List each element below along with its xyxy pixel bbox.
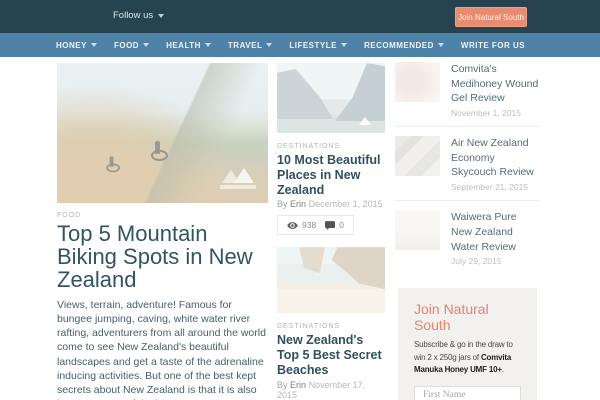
publish-date: September 21, 2015 bbox=[451, 182, 529, 193]
chevron-down-icon bbox=[90, 43, 97, 47]
join-natural-south-button[interactable]: Join Natural South bbox=[455, 7, 527, 27]
sidebar-article[interactable]: Waiwera Pure New Zealand Water Review Ju… bbox=[395, 210, 540, 274]
sidebar-article-text: Waiwera Pure New Zealand Water Review Ju… bbox=[451, 210, 540, 266]
publish-date: December 1, 2015 bbox=[308, 199, 383, 210]
article-list-column: DESTINATIONS 10 Most Beautiful Places in… bbox=[277, 63, 385, 400]
featured-article-image[interactable] bbox=[57, 63, 268, 203]
newsletter-signup-box: Join Natural South Subscribe & go in the… bbox=[398, 288, 537, 400]
nav-item-label: HEALTH bbox=[166, 40, 201, 50]
signup-heading: Join Natural South bbox=[414, 301, 489, 334]
nav-item-food[interactable]: FOOD bbox=[113, 40, 150, 50]
chevron-down-icon bbox=[266, 43, 273, 47]
article-title-link[interactable]: Comvita's Medihoney Wound Gel Review bbox=[451, 62, 540, 106]
views-count: 938 bbox=[302, 220, 317, 231]
publish-date: July 29, 2015 bbox=[451, 256, 502, 267]
main-navigation: HONEY FOOD HEALTH TRAVEL LIFESTYLE RECOM… bbox=[0, 33, 600, 57]
views-stat: 938 bbox=[287, 220, 316, 230]
nav-item-label: FOOD bbox=[113, 40, 140, 50]
cliff-shape bbox=[331, 247, 385, 290]
watermark-logo bbox=[218, 165, 258, 191]
follow-us-label: Follow us bbox=[113, 10, 154, 21]
article-thumbnail[interactable] bbox=[395, 62, 440, 102]
article-byline: By Erin November 17, 2015 bbox=[277, 380, 385, 400]
cliff-shape bbox=[299, 247, 325, 274]
by-label: By bbox=[277, 199, 288, 210]
article-thumbnail[interactable] bbox=[395, 210, 440, 251]
eye-icon bbox=[287, 221, 298, 229]
sidebar-article-text: Air New Zealand Economy Skycouch Review … bbox=[451, 136, 540, 192]
sidebar-article[interactable]: Comvita's Medihoney Wound Gel Review Nov… bbox=[395, 62, 540, 128]
article-byline: By Erin December 1, 2015 bbox=[277, 199, 385, 209]
chevron-down-icon bbox=[437, 43, 444, 47]
comments-count: 0 bbox=[339, 220, 344, 231]
article-card: DESTINATIONS 10 Most Beautiful Places in… bbox=[277, 63, 385, 236]
mountain-shape bbox=[277, 69, 333, 119]
sidebar-article-text: Comvita's Medihoney Wound Gel Review Nov… bbox=[451, 62, 540, 118]
article-title-link[interactable]: New Zealand's Top 5 Best Secret Beaches bbox=[277, 333, 385, 377]
category-link[interactable]: DESTINATIONS bbox=[277, 143, 385, 150]
nav-item-health[interactable]: HEALTH bbox=[166, 41, 211, 50]
nav-item-label: TRAVEL bbox=[227, 40, 263, 50]
article-image[interactable] bbox=[277, 247, 385, 314]
sidebar: Comvita's Medihoney Wound Gel Review Nov… bbox=[395, 62, 540, 400]
cyclist-silhouette bbox=[151, 141, 168, 161]
category-link[interactable]: DESTINATIONS bbox=[277, 323, 385, 330]
author-link[interactable]: Erin bbox=[290, 199, 306, 209]
chevron-down-icon bbox=[204, 43, 211, 47]
article-title-link[interactable]: Waiwera Pure New Zealand Water Review bbox=[451, 210, 540, 254]
nav-item-travel[interactable]: TRAVEL bbox=[227, 40, 273, 50]
nav-item-label: WRITE FOR US bbox=[460, 40, 526, 50]
comment-icon bbox=[325, 220, 336, 230]
first-name-field[interactable] bbox=[414, 386, 521, 400]
author-link[interactable]: Erin bbox=[290, 380, 306, 390]
featured-excerpt: Views, terrain, adventure! Famous for bu… bbox=[57, 299, 266, 400]
article-title-link[interactable]: 10 Most Beautiful Places in New Zealand bbox=[277, 153, 385, 197]
nav-item-write-for-us[interactable]: WRITE FOR US bbox=[461, 41, 525, 50]
cyclist-silhouette bbox=[106, 156, 120, 173]
mountain-shape bbox=[335, 63, 385, 121]
nav-item-label: HONEY bbox=[56, 40, 87, 50]
chevron-down-icon bbox=[158, 13, 165, 18]
featured-title-link[interactable]: Top 5 Mountain Biking Spots in New Zeala… bbox=[57, 222, 268, 291]
watermark-logo bbox=[359, 117, 371, 125]
by-label: By bbox=[277, 379, 288, 390]
article-image[interactable] bbox=[277, 63, 385, 133]
follow-us-dropdown[interactable]: Follow us bbox=[113, 10, 165, 21]
featured-article: FOOD Top 5 Mountain Biking Spots in New … bbox=[57, 63, 268, 400]
signup-text-after: . bbox=[501, 364, 504, 374]
nav-item-label: RECOMMENDED bbox=[363, 40, 434, 50]
article-stats: 938 0 bbox=[277, 215, 354, 236]
chevron-down-icon bbox=[143, 43, 150, 47]
nav-item-lifestyle[interactable]: LIFESTYLE bbox=[289, 41, 347, 50]
signup-description: Subscribe & go in the draw to win 2 x 25… bbox=[414, 339, 521, 376]
nav-item-label: LIFESTYLE bbox=[289, 40, 337, 50]
chevron-down-icon bbox=[340, 43, 347, 47]
page: Follow us Join Natural South HONEY FOOD … bbox=[0, 0, 600, 400]
article-thumbnail[interactable] bbox=[395, 136, 440, 177]
publish-date: November 1, 2015 bbox=[451, 108, 521, 119]
sidebar-article[interactable]: Air New Zealand Economy Skycouch Review … bbox=[395, 136, 540, 202]
top-bar: Follow us Join Natural South bbox=[0, 0, 600, 33]
comments-stat: 0 bbox=[325, 220, 344, 230]
nav-item-honey[interactable]: HONEY bbox=[56, 41, 97, 50]
article-card: DESTINATIONS New Zealand's Top 5 Best Se… bbox=[277, 247, 385, 400]
featured-category-link[interactable]: FOOD bbox=[57, 212, 268, 219]
article-title-link[interactable]: Air New Zealand Economy Skycouch Review bbox=[451, 136, 540, 180]
nav-item-recommended[interactable]: RECOMMENDED bbox=[364, 41, 444, 50]
